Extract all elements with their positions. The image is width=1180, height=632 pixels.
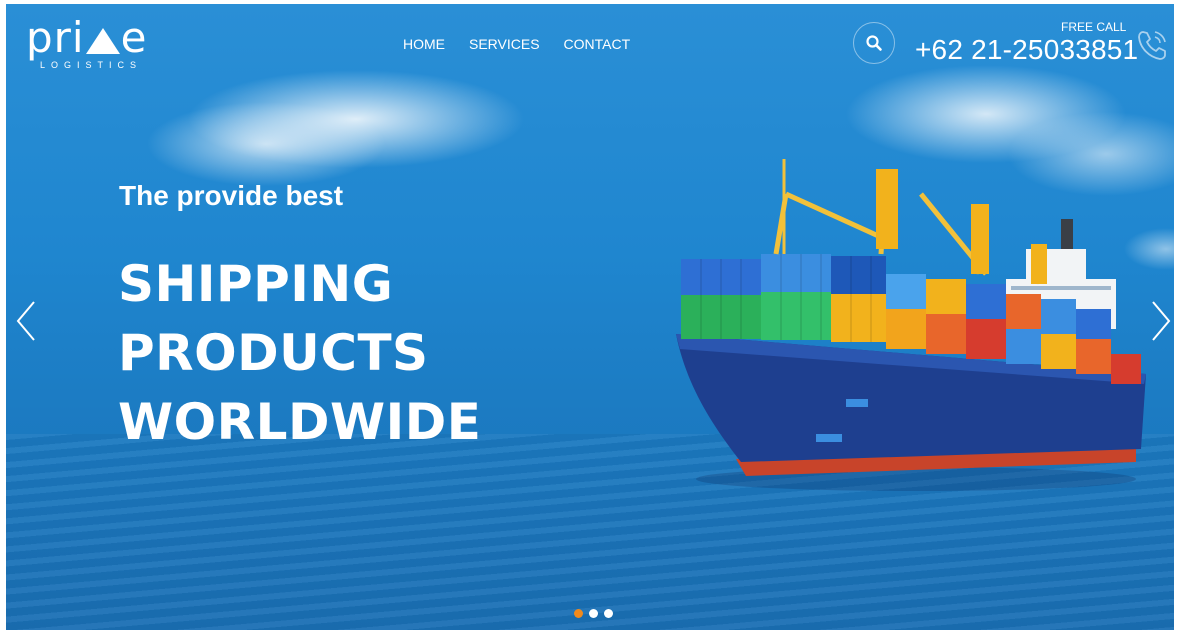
nav-home[interactable]: HOME bbox=[403, 36, 445, 52]
cargo-ship-image bbox=[676, 159, 1146, 491]
search-icon bbox=[866, 35, 882, 51]
slider-dots bbox=[574, 609, 613, 618]
slider-dot[interactable] bbox=[604, 609, 613, 618]
nav-contact[interactable]: CONTACT bbox=[564, 36, 631, 52]
logo-subtitle: LOGISTICS bbox=[40, 60, 143, 70]
logo[interactable]: pri e LOGISTICS bbox=[26, 17, 147, 71]
hero-slider: pri e LOGISTICS HOME SERVICES CONTACT FRE… bbox=[6, 4, 1174, 630]
chevron-right-icon[interactable] bbox=[1149, 300, 1173, 342]
phone-number[interactable]: +62 21-25033851 bbox=[915, 34, 1138, 66]
logo-text-left: pri bbox=[26, 13, 85, 62]
headline-line: WORLDWIDE bbox=[118, 393, 482, 451]
hero-tagline: The provide best bbox=[119, 180, 344, 211]
logo-wordmark: pri e bbox=[26, 17, 147, 59]
hero-headline: SHIPPING PRODUCTS WORLDWIDE bbox=[118, 250, 481, 457]
chevron-left-icon[interactable] bbox=[14, 300, 38, 342]
logo-mountain-icon bbox=[85, 28, 120, 54]
slider-dot[interactable] bbox=[589, 609, 598, 618]
search-button[interactable] bbox=[853, 22, 895, 64]
headline-line: PRODUCTS bbox=[118, 324, 429, 382]
headline-line: SHIPPING bbox=[118, 255, 394, 313]
logo-text-right: e bbox=[120, 13, 148, 62]
nav-services[interactable]: SERVICES bbox=[469, 36, 540, 52]
main-nav: HOME SERVICES CONTACT bbox=[403, 36, 630, 52]
free-call-label: FREE CALL bbox=[1061, 20, 1127, 34]
slider-dot[interactable] bbox=[574, 609, 583, 618]
phone-icon bbox=[1138, 31, 1166, 60]
